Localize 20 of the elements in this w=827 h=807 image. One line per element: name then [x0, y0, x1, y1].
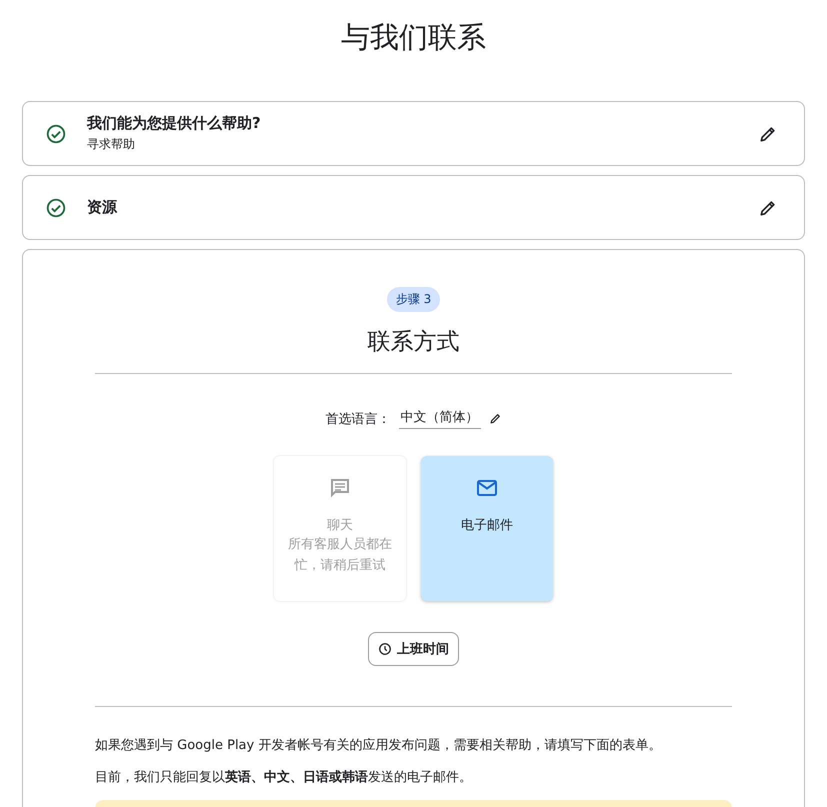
- step-card[interactable]: 我们能为您提供什么帮助? 寻求帮助: [22, 101, 805, 166]
- step-title: 我们能为您提供什么帮助?: [87, 114, 262, 133]
- info-text: 目前，我们只能回复以英语、中文、日语或韩语发送的电子邮件。: [95, 768, 473, 786]
- option-label: 电子邮件: [461, 517, 513, 534]
- step-badge: 步骤 3: [386, 287, 440, 312]
- option-label: 聊天: [327, 517, 353, 534]
- hours-button[interactable]: 上班时间: [368, 632, 459, 666]
- option-note: 所有客服人员都在忙，请稍后重试: [287, 536, 393, 575]
- edit-icon[interactable]: [488, 412, 502, 425]
- contact-option[interactable]: 电子邮件: [421, 456, 553, 601]
- step-subtitle: 寻求帮助: [87, 136, 136, 153]
- step-title: 资源: [87, 198, 118, 217]
- section-heading: 联系方式: [368, 328, 460, 357]
- language-label: 首选语言：: [326, 410, 390, 428]
- page-title: 与我们联系: [340, 19, 487, 56]
- step-card[interactable]: 资源: [22, 175, 805, 240]
- chat-icon: [328, 476, 352, 500]
- language-field[interactable]: 中文（简体）: [398, 408, 480, 429]
- info-text: 如果您遇到与 Google Play 开发者帐号有关的应用发布问题，需要相关帮助，请填写下面的表单。: [95, 737, 662, 754]
- clock-icon: [378, 642, 392, 656]
